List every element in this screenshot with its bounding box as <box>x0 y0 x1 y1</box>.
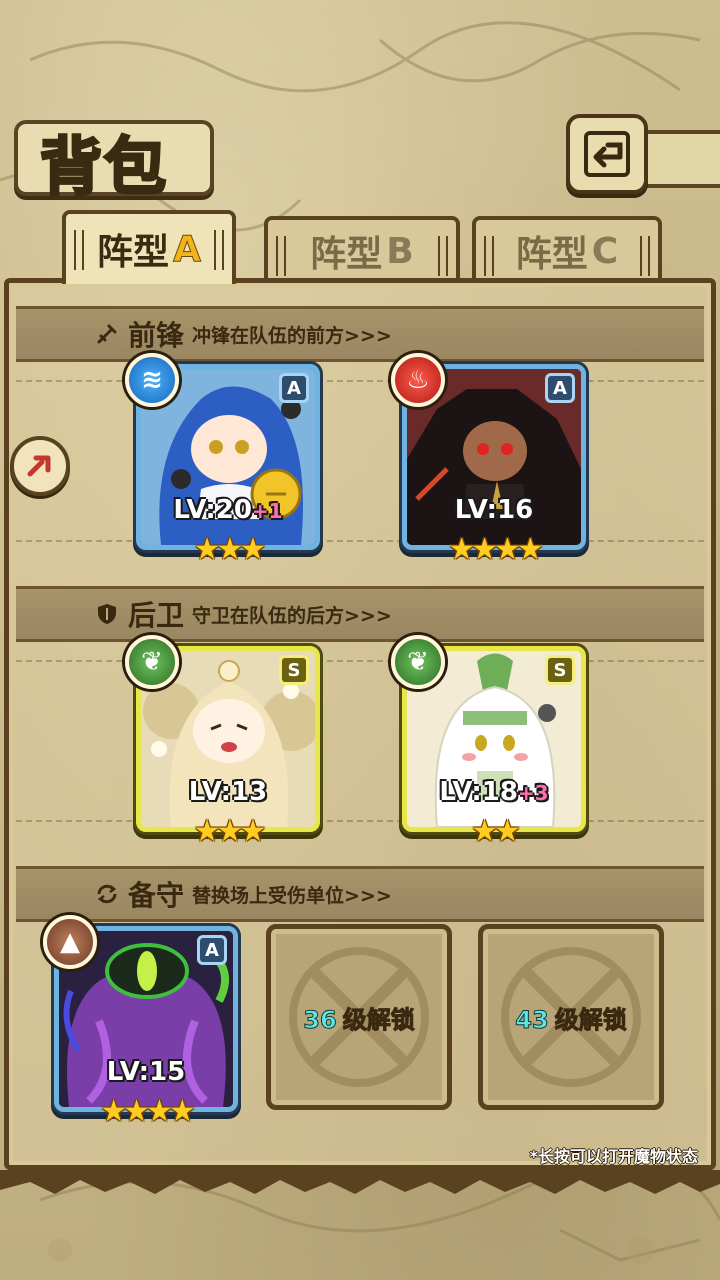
unlock-level: 36 <box>303 1005 337 1034</box>
divider <box>16 820 704 822</box>
level-value: LV:13 <box>188 777 268 807</box>
water-element-icon: ≋ <box>125 353 179 407</box>
monster-card[interactable]: ♨ A LV:16 ★★★★ <box>391 353 586 567</box>
grade-badge: S <box>545 655 575 685</box>
monster-card[interactable]: ❦ S LV:13 ★★★ <box>125 635 320 849</box>
section-header-reserve: 备守 替换场上受伤单位>>> <box>94 874 392 914</box>
tab-label: 阵型 <box>310 234 383 275</box>
level-bonus: +1 <box>251 499 283 523</box>
arrow-right-icon <box>27 455 51 477</box>
locked-slot[interactable]: 43 级解锁 <box>478 924 664 1110</box>
section-name: 备守 <box>128 879 185 912</box>
level-label: LV:20+1 <box>141 495 315 525</box>
section-desc: 替换场上受伤单位>>> <box>192 884 392 907</box>
level-value: LV:15 <box>106 1057 186 1087</box>
star-rating: ★★★★ <box>100 1094 196 1129</box>
grade-badge: A <box>545 373 575 403</box>
shield-icon <box>94 601 120 627</box>
tab-label: 阵型 <box>515 234 588 275</box>
section-name: 后卫 <box>128 599 185 632</box>
leaf-element-icon: ❦ <box>391 635 445 689</box>
divider <box>16 540 704 542</box>
earth-element-icon: ▲ <box>43 915 97 969</box>
tab-letter: B <box>386 230 414 272</box>
page-title: 背包 <box>38 129 169 205</box>
star-rating: ★★★ <box>193 532 267 567</box>
section-header-back: 后卫 守卫在队伍的后方>>> <box>94 594 392 634</box>
fire-element-icon: ♨ <box>391 353 445 407</box>
star-rating: ★★★ <box>193 814 267 849</box>
tab-formation-b[interactable]: 阵型 B <box>264 216 460 282</box>
level-value: LV:20 <box>173 495 252 525</box>
grade-badge: A <box>279 373 309 403</box>
star-rating: ★★★★ <box>448 532 544 567</box>
section-header-front: 前锋 冲锋在队伍的前方>>> <box>94 314 392 354</box>
level-label: LV:16 <box>407 495 581 525</box>
level-label: LV:13 <box>141 777 315 807</box>
star-rating: ★★ <box>471 814 521 849</box>
sword-icon <box>94 321 120 347</box>
unlock-text: 级解锁 <box>342 1005 415 1034</box>
section-name: 前锋 <box>128 319 185 352</box>
torn-paper-edge <box>0 1170 720 1194</box>
back-button[interactable] <box>566 114 648 194</box>
long-press-hint: *长按可以打开魔物状态 <box>529 1147 698 1166</box>
locked-slot[interactable]: 36 级解锁 <box>266 924 452 1110</box>
tab-letter: C <box>591 230 619 272</box>
tab-label: 阵型 <box>97 232 170 273</box>
level-value: LV:16 <box>454 495 534 525</box>
back-arrow-icon <box>584 131 630 177</box>
level-label: LV:15 <box>59 1057 233 1087</box>
swap-icon <box>94 881 120 907</box>
monster-card[interactable]: ▲ A LV:15 ★★★★ <box>43 915 238 1129</box>
divider <box>16 660 704 662</box>
monster-card[interactable]: ❦ S LV:18+3 ★★ <box>391 635 586 849</box>
divider <box>16 380 704 382</box>
level-label: LV:18+3 <box>407 777 581 807</box>
leaf-element-icon: ❦ <box>125 635 179 689</box>
tab-letter: A <box>173 228 202 270</box>
level-value: LV:18 <box>439 777 518 807</box>
level-bonus: +3 <box>517 781 549 805</box>
unlock-text: 级解锁 <box>554 1005 627 1034</box>
section-desc: 守卫在队伍的后方>>> <box>192 604 392 627</box>
tab-formation-a[interactable]: 阵型 A <box>62 210 236 284</box>
grade-badge: A <box>197 935 227 965</box>
grade-badge: S <box>279 655 309 685</box>
unlock-level: 43 <box>515 1005 549 1034</box>
side-expand-button[interactable] <box>10 436 70 496</box>
monster-card[interactable]: ≋ A LV:20+1 ★★★ <box>125 353 320 567</box>
unlock-label: 43 级解锁 <box>515 1000 627 1035</box>
section-desc: 冲锋在队伍的前方>>> <box>192 324 392 347</box>
unlock-label: 36 级解锁 <box>303 1000 415 1035</box>
tab-formation-c[interactable]: 阵型 C <box>472 216 662 282</box>
